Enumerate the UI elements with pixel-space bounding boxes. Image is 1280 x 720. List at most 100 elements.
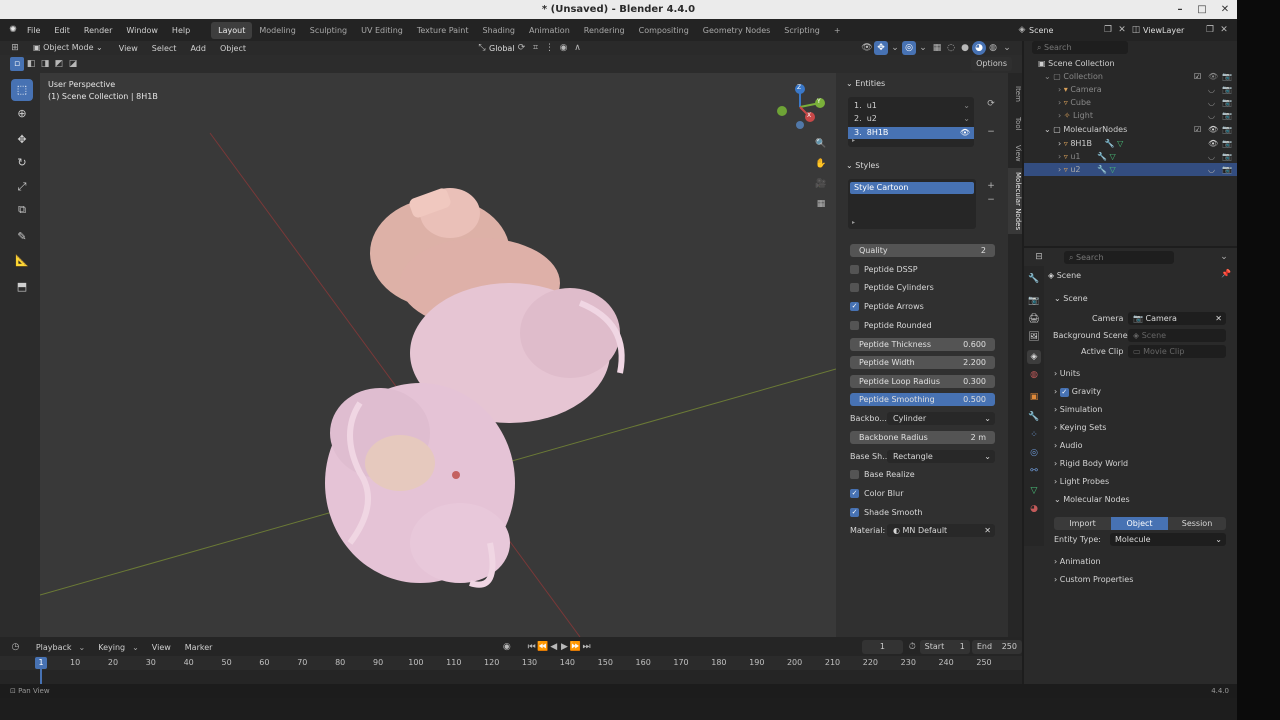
add-cube-tool-icon[interactable]: ⬒ — [11, 276, 33, 298]
orientation-selector[interactable]: Global — [489, 44, 515, 53]
new-scene-icon[interactable]: ❐ — [1101, 23, 1115, 37]
entity-hide-icon[interactable]: ⌄ — [963, 113, 970, 125]
entity-visible-icon[interactable]: 👁 — [960, 127, 970, 139]
outliner-row-u2[interactable]: › ▿ u2 🔧 ▽ ◡ 📷 — [1024, 163, 1237, 176]
gravity-panel-header[interactable]: › ✓ Gravity — [1054, 385, 1101, 399]
move-tool-icon[interactable]: ✥ — [11, 129, 33, 151]
workspace-tab-layout[interactable]: Layout — [211, 21, 253, 39]
view-layer-selector[interactable]: ViewLayer — [1143, 26, 1203, 35]
outliner-row-u1[interactable]: › ▿ u1 🔧 ▽ ◡ 📷 — [1024, 150, 1237, 163]
add-workspace-button[interactable]: + — [827, 22, 848, 39]
annotate-tool-icon[interactable]: ✎ — [11, 226, 33, 248]
outliner-row-molecular-nodes[interactable]: ⌄ ▢ MolecularNodes ☑ 👁 📷 — [1024, 123, 1237, 136]
checkbox-checked-icon[interactable]: ☑ — [1194, 70, 1201, 83]
outliner-search-input[interactable]: ⌕ Search — [1032, 41, 1128, 54]
peptide-dssp-checkbox[interactable]: Peptide DSSP — [850, 263, 918, 276]
units-panel-header[interactable]: › Units — [1054, 367, 1080, 381]
play-reverse-icon[interactable]: ◀ — [548, 640, 559, 654]
ortho-grid-icon[interactable]: ▦ — [814, 197, 828, 211]
backbone-radius-field[interactable]: Backbone Radius 2 m — [850, 431, 995, 444]
menu-window[interactable]: Window — [119, 26, 165, 35]
properties-search-input[interactable]: ⌕ Search — [1064, 250, 1174, 264]
workspace-tab-sculpting[interactable]: Sculpting — [303, 22, 354, 39]
eye-icon[interactable]: ◡ — [1208, 96, 1215, 109]
menu-render[interactable]: Render — [77, 26, 119, 35]
modifier-tab-icon[interactable]: 🔧 — [1027, 410, 1041, 424]
color-blur-checkbox[interactable]: ✓ Color Blur — [850, 487, 904, 500]
object-tab-icon[interactable]: ▣ — [1027, 390, 1041, 404]
wireframe-shading-icon[interactable]: ◌ — [944, 41, 958, 55]
eye-icon[interactable]: 👁 — [1208, 137, 1218, 150]
jump-start-icon[interactable]: ⏮ — [526, 640, 537, 654]
outliner-row-camera[interactable]: › ▾ Camera ◡ 📷 — [1024, 83, 1237, 96]
current-frame-field[interactable]: 1 — [861, 640, 903, 654]
backbone-shape-dropdown[interactable]: Cylinder ⌄ — [887, 412, 995, 425]
visibility-icon[interactable]: 👁 — [860, 41, 874, 55]
entity-row-u2[interactable]: 2. u2 ⌄ — [848, 113, 974, 125]
timeline-menu-playback[interactable]: Playback — [29, 643, 79, 652]
3d-viewport[interactable]: User Perspective (1) Scene Collection | … — [40, 73, 836, 637]
new-view-layer-icon[interactable]: ❐ — [1203, 23, 1217, 37]
options-button[interactable]: Options — [971, 57, 1012, 71]
select-intersect-icon[interactable]: ◪ — [66, 57, 80, 71]
menu-file[interactable]: File — [20, 26, 47, 35]
overlay-toggle-icon[interactable]: ◎ — [902, 41, 916, 55]
physics-tab-icon[interactable]: ◎ — [1027, 446, 1041, 460]
entity-row-8h1b[interactable]: 3. 8H1B 👁 — [848, 127, 974, 139]
constraints-tab-icon[interactable]: ⚯ — [1027, 464, 1041, 478]
material-selector[interactable]: ◐ MN Default ✕ — [887, 524, 995, 537]
tab-session[interactable]: Session — [1168, 517, 1226, 530]
next-keyframe-icon[interactable]: ⏩ — [570, 640, 581, 654]
measure-tool-icon[interactable]: 📐 — [11, 250, 33, 272]
rotate-tool-icon[interactable]: ↻ — [11, 152, 33, 174]
viewport-menu-view[interactable]: View — [112, 44, 145, 53]
select-invert-icon[interactable]: ◩ — [52, 57, 66, 71]
record-icon[interactable]: ◉ — [501, 640, 512, 654]
zoom-icon[interactable]: 🔍 — [814, 137, 828, 151]
tab-view[interactable]: View — [1008, 138, 1022, 168]
clear-material-icon[interactable]: ✕ — [984, 524, 991, 537]
camera-render-icon[interactable]: 📷 — [1222, 137, 1232, 150]
select-box-tool-icon[interactable]: ⬚ — [11, 79, 33, 101]
workspace-tab-shading[interactable]: Shading — [475, 22, 522, 39]
workspace-tab-animation[interactable]: Animation — [522, 22, 577, 39]
camera-render-icon[interactable]: 📷 — [1222, 150, 1232, 163]
workspace-tab-modeling[interactable]: Modeling — [252, 22, 302, 39]
camera-render-icon[interactable]: 📷 — [1222, 83, 1232, 96]
pin-icon[interactable]: 📌 — [1221, 269, 1231, 278]
editor-type-icon[interactable]: ⊞ — [8, 41, 22, 55]
protein-model[interactable] — [325, 187, 625, 588]
eye-icon[interactable]: ◡ — [1208, 109, 1215, 122]
peptide-cylinders-checkbox[interactable]: Peptide Cylinders — [850, 281, 934, 294]
close-button[interactable]: ✕ — [1213, 0, 1237, 19]
navigation-gizmo[interactable]: Z Y X — [776, 81, 832, 131]
data-tab-icon[interactable]: ▽ — [1027, 484, 1041, 498]
xray-icon[interactable]: ▦ — [930, 41, 944, 55]
workspace-tab-texture-paint[interactable]: Texture Paint — [410, 22, 476, 39]
scene-tab-icon[interactable]: ◈ — [1027, 350, 1041, 364]
peptide-loop-radius-field[interactable]: Peptide Loop Radius 0.300 — [850, 375, 995, 388]
styles-section-header[interactable]: ⌄ Styles — [846, 161, 880, 170]
particles-tab-icon[interactable]: ⁘ — [1027, 428, 1041, 442]
scene-selector[interactable]: Scene — [1029, 26, 1101, 35]
audio-panel-header[interactable]: › Audio — [1054, 439, 1083, 453]
custom-properties-panel-header[interactable]: › Custom Properties — [1054, 573, 1133, 587]
output-tab-icon[interactable]: 🖨 — [1027, 312, 1041, 326]
checkbox-checked-icon[interactable]: ✓ — [1059, 388, 1069, 397]
workspace-tab-geometry-nodes[interactable]: Geometry Nodes — [696, 22, 777, 39]
pivot-icon[interactable]: ⟳ — [515, 41, 529, 55]
blender-logo-icon[interactable]: ✺ — [6, 23, 20, 37]
material-tab-icon[interactable]: ◕ — [1027, 502, 1041, 516]
outliner-row-cube[interactable]: › ▿ Cube ◡ 📷 — [1024, 96, 1237, 109]
clear-camera-icon[interactable]: ✕ — [1215, 312, 1222, 325]
tool-tab-icon[interactable]: 🔧 — [1027, 272, 1041, 286]
scene-panel-header[interactable]: ⌄ Scene — [1054, 292, 1088, 306]
view-layer-tab-icon[interactable]: 🖼 — [1027, 330, 1041, 344]
timeline-menu-view[interactable]: View — [145, 643, 178, 652]
minimize-button[interactable]: – — [1168, 0, 1192, 19]
checkbox-checked-icon[interactable]: ☑ — [1194, 123, 1201, 136]
play-icon[interactable]: ▶ — [559, 640, 570, 654]
rendered-shading-icon[interactable]: ◍ — [986, 41, 1000, 55]
workspace-tab-rendering[interactable]: Rendering — [577, 22, 632, 39]
peptide-arrows-checkbox[interactable]: ✓ Peptide Arrows — [850, 300, 924, 313]
